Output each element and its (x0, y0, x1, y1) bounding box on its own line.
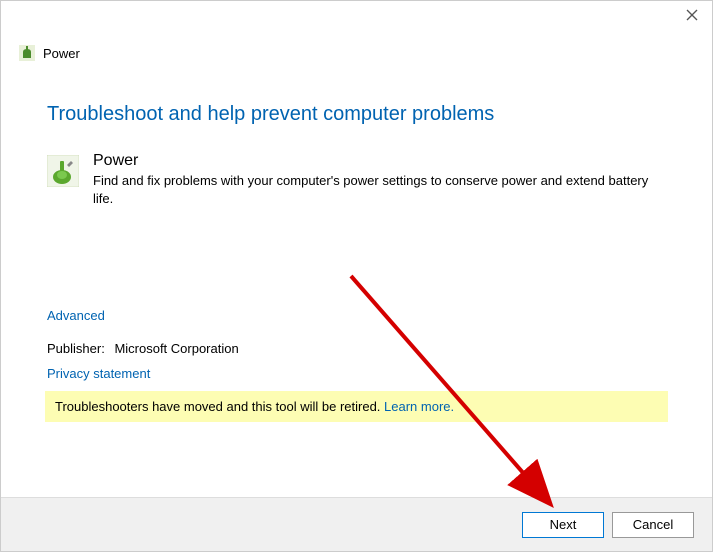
power-icon (47, 155, 79, 187)
power-icon-small (19, 45, 35, 61)
cancel-button[interactable]: Cancel (612, 512, 694, 538)
publisher-value: Microsoft Corporation (114, 341, 238, 356)
dialog-footer: Next Cancel (1, 497, 712, 551)
troubleshooter-item: Power Find and fix problems with your co… (47, 152, 666, 208)
titlebar (1, 1, 712, 41)
dialog-title: Power (43, 46, 80, 61)
main-heading: Troubleshoot and help prevent computer p… (47, 103, 666, 126)
close-icon (686, 9, 698, 21)
dialog-header: Power (1, 39, 712, 61)
troubleshooter-description: Find and fix problems with your computer… (93, 172, 666, 208)
next-button[interactable]: Next (522, 512, 604, 538)
privacy-link[interactable]: Privacy statement (47, 366, 150, 381)
retirement-notice: Troubleshooters have moved and this tool… (45, 391, 668, 422)
learn-more-link[interactable]: Learn more. (384, 399, 454, 414)
troubleshooter-title: Power (93, 152, 666, 170)
advanced-link[interactable]: Advanced (47, 308, 105, 323)
publisher-line: Publisher: Microsoft Corporation (47, 341, 666, 356)
notice-text: Troubleshooters have moved and this tool… (55, 399, 384, 414)
dialog-content: Troubleshoot and help prevent computer p… (1, 61, 712, 422)
publisher-label: Publisher: (47, 341, 105, 356)
close-button[interactable] (684, 7, 700, 23)
troubleshooter-text: Power Find and fix problems with your co… (93, 152, 666, 208)
